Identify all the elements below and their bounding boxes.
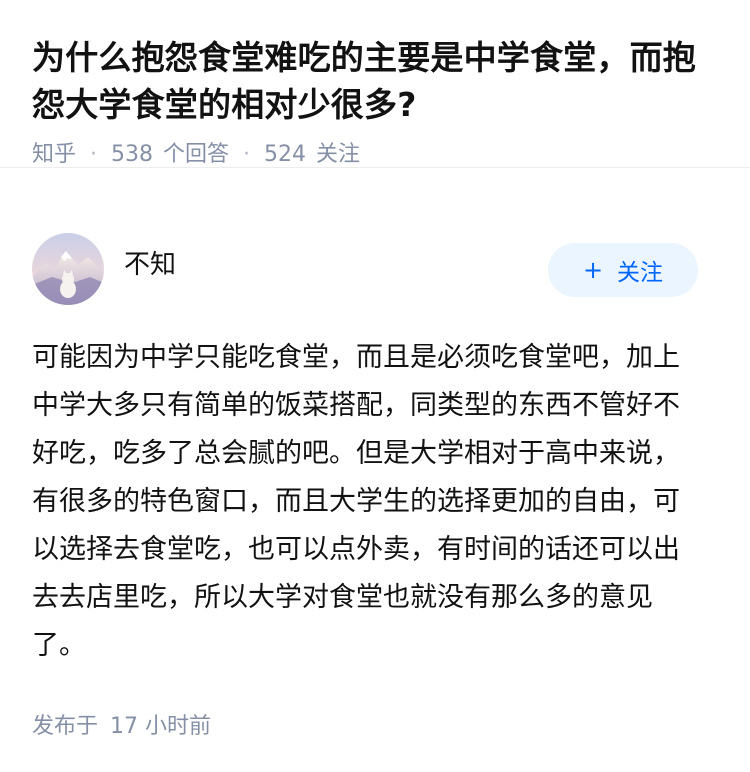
follow-button-label: 关注: [617, 260, 664, 286]
answer-count-label: 个回答: [163, 142, 230, 167]
author-name[interactable]: 不知: [124, 244, 176, 281]
answer-card: 不知 + 关注 可能因为中学只能吃食堂，而且是必须吃食堂吧，加上中学大多只有简单…: [0, 233, 750, 740]
author-row: 不知 + 关注: [32, 233, 718, 305]
question-title[interactable]: 为什么抱怨食堂难吃的主要是中学食堂，而抱怨大学食堂的相对少很多?: [32, 34, 718, 128]
question-header: 为什么抱怨食堂难吃的主要是中学食堂，而抱怨大学食堂的相对少很多? 知乎 · 53…: [0, 0, 750, 168]
follow-button[interactable]: + 关注: [548, 243, 698, 297]
avatar-mountain-cat-icon[interactable]: [32, 233, 104, 305]
time-value: 17 小时前: [110, 714, 212, 739]
answer-content: 可能因为中学只能吃食堂，而且是必须吃食堂吧，加上中学大多只有简单的饭菜搭配，同类…: [32, 342, 680, 661]
answer-count: 538: [111, 142, 154, 167]
meta-separator-dot: ·: [90, 142, 98, 167]
plus-icon: +: [582, 256, 604, 284]
follow-count: 524: [264, 142, 307, 167]
avatar-image: [32, 233, 104, 305]
follow-count-label: 关注: [316, 142, 361, 167]
source-label[interactable]: 知乎: [32, 140, 76, 170]
meta-separator-dot: ·: [243, 142, 251, 167]
answer-time: 发布于 17 小时前: [32, 708, 718, 740]
time-prefix: 发布于: [32, 714, 99, 739]
question-meta: 知乎 · 538 个回答 · 524 关注: [32, 140, 718, 170]
